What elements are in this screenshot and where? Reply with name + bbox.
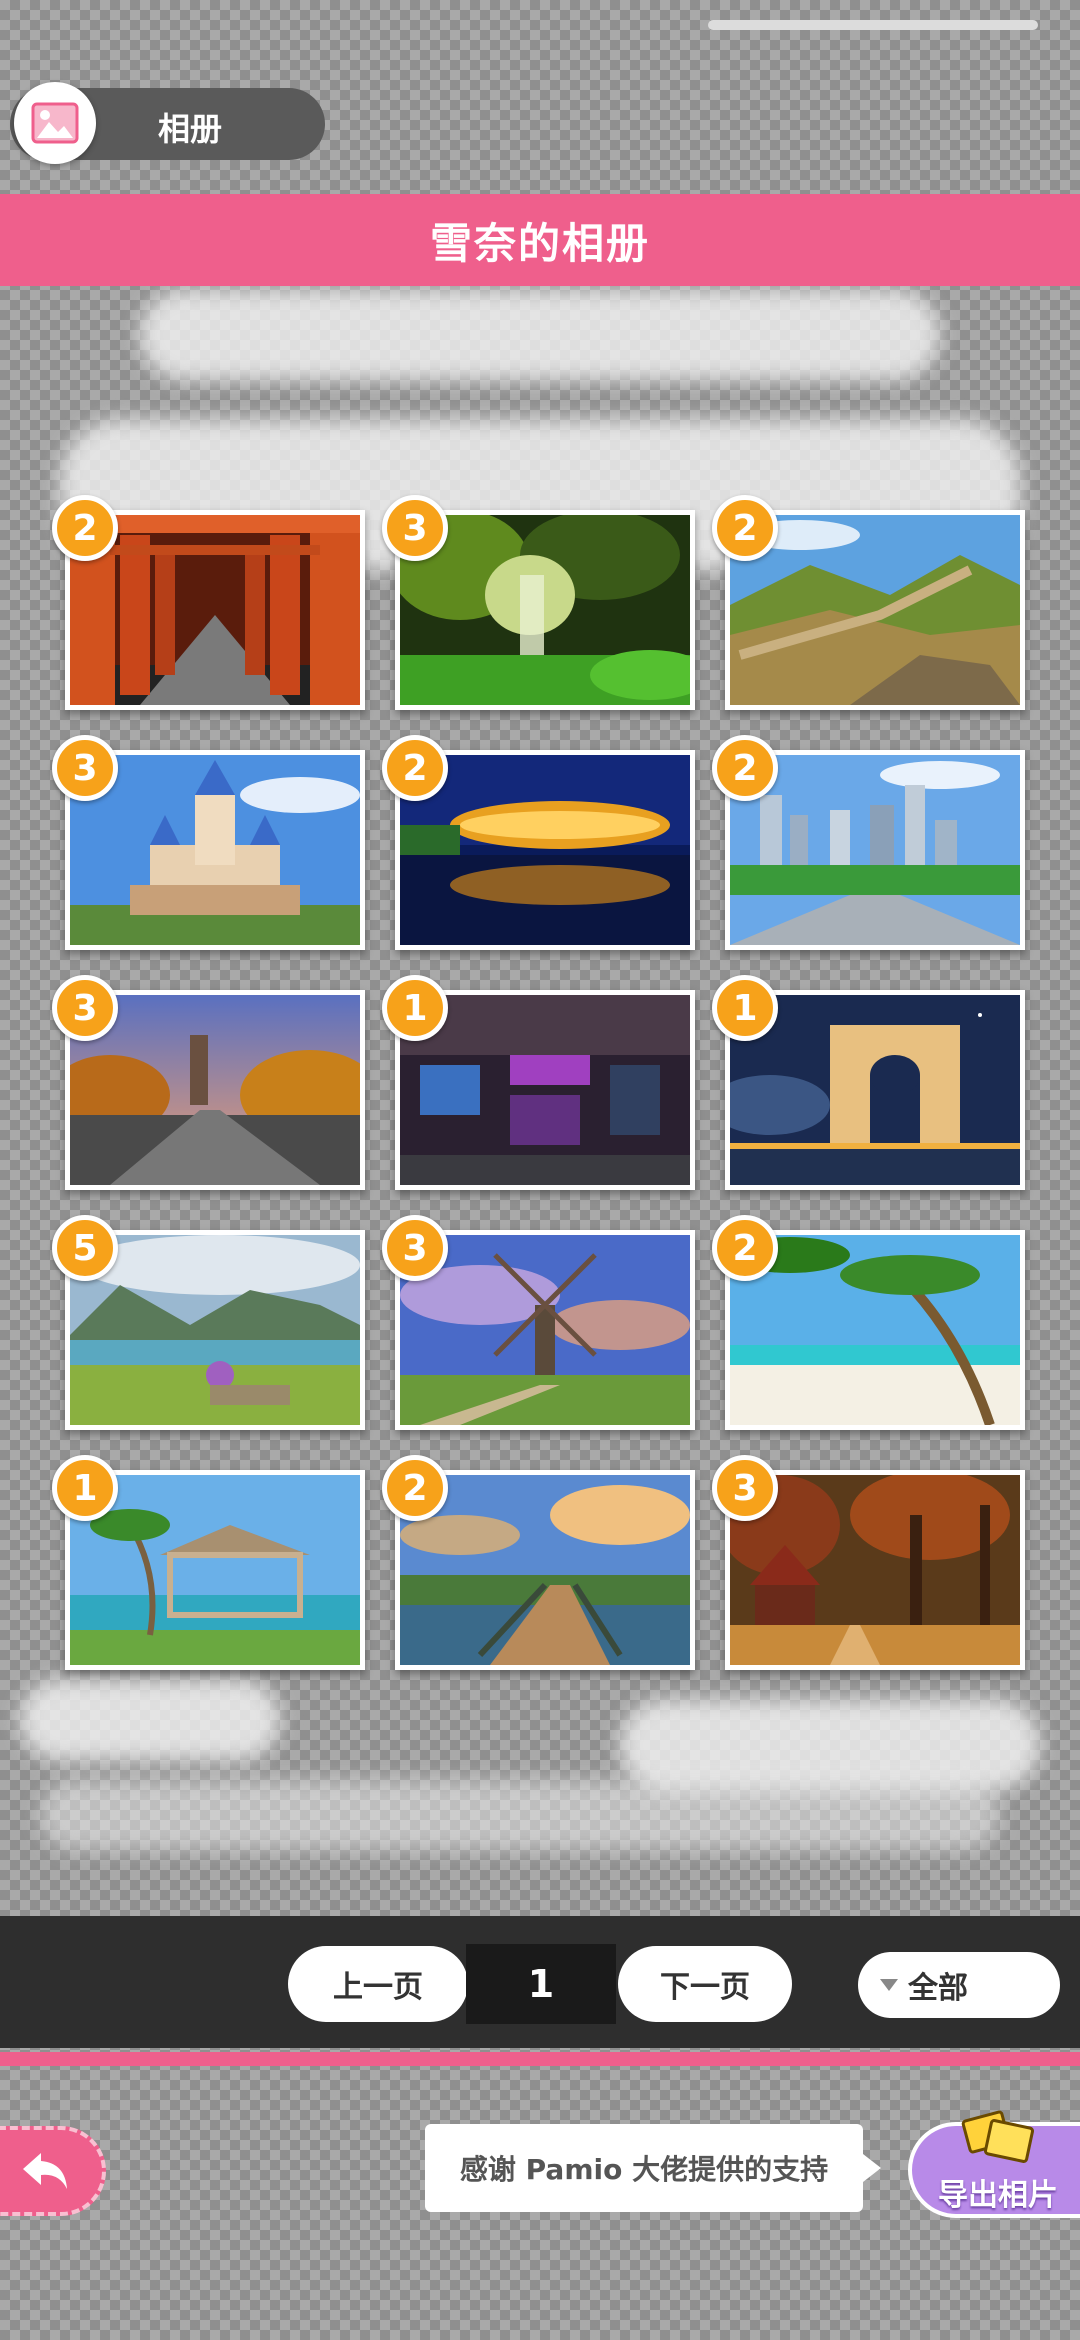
photo-card-beach-gazebo[interactable]: 1	[52, 1455, 365, 1670]
album-banner-title: 雪奈的相册	[0, 194, 1080, 286]
bg-blur-shape	[140, 290, 940, 380]
photo-card-city-skyline[interactable]: 2	[712, 735, 1025, 950]
photo-card-railway-bridge-sunset[interactable]: 3	[52, 975, 365, 1190]
photo-card-forest-chapel[interactable]: 3	[712, 1455, 1025, 1670]
photo-card-night-street-bar[interactable]: 1	[382, 975, 695, 1190]
photo-count-badge: 3	[382, 1215, 448, 1281]
status-bar-indicator	[708, 20, 1038, 30]
photo-count-badge: 3	[52, 975, 118, 1041]
photo-card-windmill[interactable]: 3	[382, 1215, 695, 1430]
photo-card-triumphal-arch[interactable]: 1	[712, 975, 1025, 1190]
credits-tooltip: 感谢 Pamio 大佬提供的支持	[425, 2124, 881, 2212]
photo-count-badge: 3	[52, 735, 118, 801]
filter-dropdown[interactable]: 全部	[858, 1952, 1060, 2018]
accent-divider	[0, 2052, 1080, 2066]
caret-down-icon	[880, 1979, 898, 1991]
bg-blur-shape	[40, 1780, 1000, 1850]
photo-cards-icon	[961, 2110, 1035, 2163]
photo-count-badge: 3	[712, 1455, 778, 1521]
photo-card-castle[interactable]: 3	[52, 735, 365, 950]
photo-count-badge: 3	[382, 495, 448, 561]
photo-card-waterfall-forest[interactable]: 3	[382, 495, 695, 710]
prev-page-button[interactable]: 上一页	[288, 1946, 468, 2022]
filter-label: 全部	[908, 1971, 968, 2006]
bg-blur-shape	[620, 1700, 1040, 1790]
photo-card-mountain-lake[interactable]: 5	[52, 1215, 365, 1430]
photo-card-torii-gates[interactable]: 2	[52, 495, 365, 710]
photo-album-icon	[31, 102, 79, 144]
back-button[interactable]	[0, 2126, 106, 2216]
back-arrow-icon	[23, 2153, 67, 2189]
photo-count-badge: 2	[52, 495, 118, 561]
photo-card-boardwalk-bridge[interactable]: 2	[382, 1455, 695, 1670]
photo-grid: 2 3 2 3 2 2 3 1 1 5 3 2 1 2 3	[52, 495, 1030, 1670]
photo-count-badge: 2	[382, 1455, 448, 1521]
photo-card-great-wall[interactable]: 2	[712, 495, 1025, 710]
photo-count-badge: 2	[712, 1215, 778, 1281]
export-photos-button[interactable]: 导出相片	[908, 2110, 1080, 2218]
photo-count-badge: 2	[712, 495, 778, 561]
photo-card-tropical-beach[interactable]: 2	[712, 1215, 1025, 1430]
bg-blur-shape	[20, 1680, 280, 1760]
photo-count-badge: 2	[712, 735, 778, 801]
next-page-button[interactable]: 下一页	[618, 1946, 792, 2022]
photo-count-badge: 1	[712, 975, 778, 1041]
export-label: 导出相片	[938, 2178, 1058, 2213]
photo-count-badge: 2	[382, 735, 448, 801]
page-title: 相册	[158, 110, 223, 148]
photo-count-badge: 5	[52, 1215, 118, 1281]
app-icon	[14, 82, 96, 164]
photo-card-birds-nest-stadium[interactable]: 2	[382, 735, 695, 950]
page-number: 1	[466, 1944, 616, 2024]
photo-count-badge: 1	[52, 1455, 118, 1521]
photo-count-badge: 1	[382, 975, 448, 1041]
